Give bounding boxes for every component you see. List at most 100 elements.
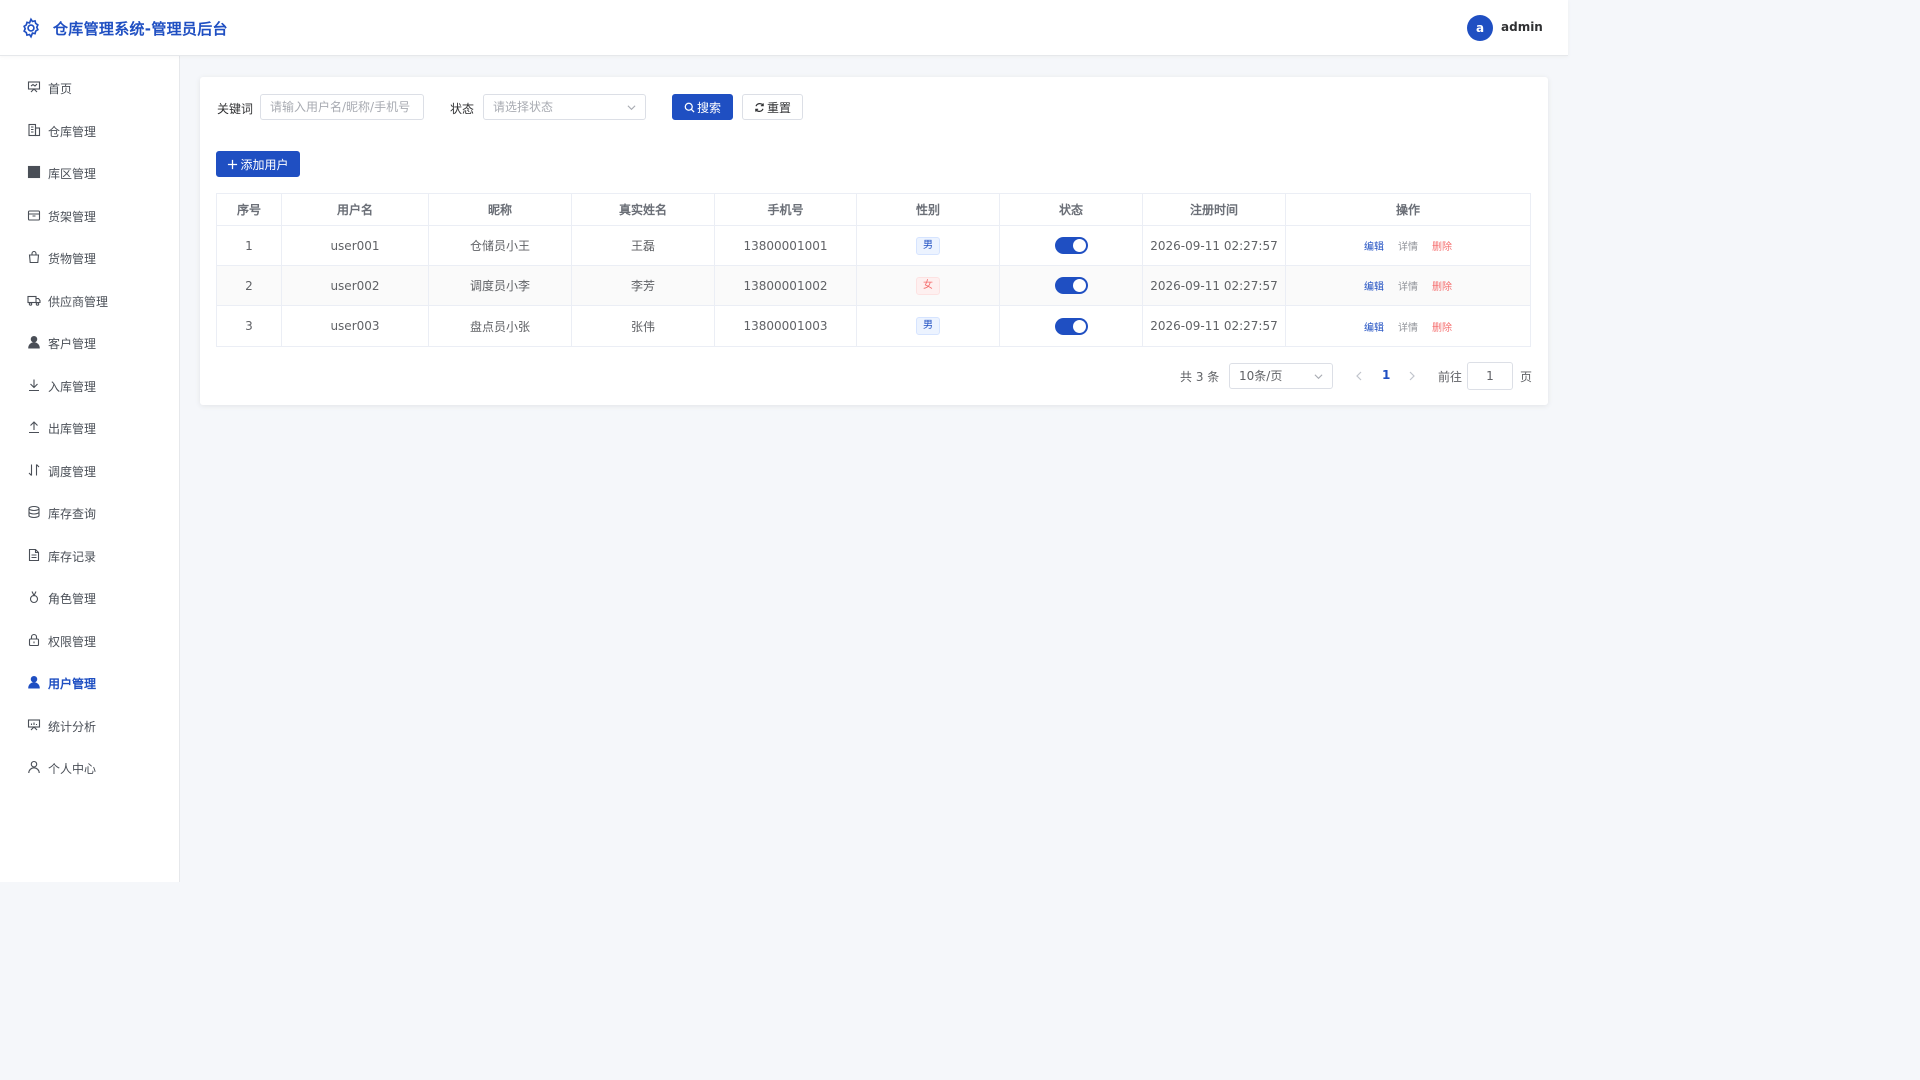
data-board-icon [27,718,41,732]
sidebar-item-permission[interactable]: 权限管理 [0,622,179,658]
upload-icon [27,420,41,434]
sidebar-item-statistics[interactable]: 统计分析 [0,707,179,743]
cell-status [1000,266,1143,305]
sidebar-item-shelf[interactable]: 货架管理 [0,197,179,233]
sidebar-item-profile[interactable]: 个人中心 [0,749,179,785]
sidebar-item-zone[interactable]: 库区管理 [0,154,179,190]
sidebar-item-label: 统计分析 [48,719,97,734]
top-header: 仓库管理系统-管理员后台 a admin [0,0,1568,56]
reset-button-label: 重置 [766,100,791,115]
column-header: 昵称 [429,194,572,225]
sidebar-item-warehouse[interactable]: 仓库管理 [0,112,179,148]
cell-username: user003 [282,306,429,346]
sidebar-item-user[interactable]: 用户管理 [0,664,179,700]
avatar[interactable]: a [1467,15,1493,41]
delete-link[interactable]: 删除 [1432,238,1452,253]
cell-phone: 13800001001 [715,226,857,265]
page-size-select[interactable]: 10条/页 [1229,363,1333,389]
presentation-board-icon [27,80,41,94]
sidebar: 首页仓库管理库区管理货架管理货物管理供应商管理客户管理入库管理出库管理调度管理库… [0,56,180,882]
gender-tag: 男 [916,236,940,255]
sidebar-item-goods[interactable]: 货物管理 [0,239,179,275]
table-row: 1 user001 仓储员小王 王磊 13800001001 男 2026-09-11 02… [217,226,1530,266]
edit-link[interactable]: 编辑 [1364,278,1384,293]
sidebar-item-label: 调度管理 [48,464,97,479]
shelf-box-icon [27,208,41,222]
cell-gender: 女 [857,266,1000,305]
add-user-button[interactable]: 添加用户 [216,151,300,177]
sidebar-item-stock-record[interactable]: 库存记录 [0,537,179,573]
sidebar-item-dispatch[interactable]: 调度管理 [0,452,179,488]
gender-tag: 男 [916,317,940,335]
column-header: 序号 [217,194,282,225]
column-header: 手机号 [715,194,857,225]
sidebar-item-label: 库区管理 [48,167,97,181]
search-icon [684,102,695,113]
cell-status [1000,226,1143,265]
column-header: 真实姓名 [572,194,715,225]
detail-link[interactable]: 详情 [1398,278,1418,293]
cell-username: user002 [282,266,429,305]
cell-nickname: 调度员小李 [429,266,572,305]
reset-button[interactable]: 重置 [742,94,803,120]
column-header: 状态 [1000,194,1143,225]
status-toggle[interactable] [1054,277,1088,294]
username[interactable]: admin [1501,20,1543,34]
sidebar-item-inbound[interactable]: 入库管理 [0,367,179,403]
sidebar-item-role[interactable]: 角色管理 [0,579,179,615]
cell-phone: 13800001003 [715,306,857,346]
detail-link[interactable]: 详情 [1398,238,1418,253]
add-user-button-label: 添加用户 [240,157,289,172]
table-row: 3 user003 盘点员小张 张伟 13800001003 男 2026-09-11 02… [217,306,1530,346]
cell-actions: 编辑 详情 删除 [1286,266,1530,305]
cell-nickname: 盘点员小张 [429,306,572,346]
sidebar-item-label: 首页 [48,82,73,96]
sidebar-item-customer[interactable]: 客户管理 [0,324,179,360]
search-button[interactable]: 搜索 [672,94,733,120]
cell-index: 1 [217,226,282,265]
sidebar-item-supplier[interactable]: 供应商管理 [0,282,179,318]
delete-link[interactable]: 删除 [1432,278,1452,293]
sidebar-item-label: 个人中心 [48,762,97,776]
refresh-icon [755,102,764,112]
sidebar-item-outbound[interactable]: 出库管理 [0,409,179,445]
status-toggle[interactable] [1054,317,1088,335]
keyword-input[interactable]: 请输入用户名/昵称/手机号 [260,94,424,120]
page-size-value: 10条/页 [1239,369,1283,383]
truck-icon [27,293,41,307]
sidebar-item-label: 角色管理 [48,592,97,606]
toggle-knob [1072,319,1086,333]
cell-gender: 男 [857,306,1000,346]
main-card: 关键词 请输入用户名/昵称/手机号 状态 请选择状态 搜索 重置 添加用户 序号… [200,77,1548,405]
goto-page-input[interactable]: 1 [1467,362,1513,390]
sidebar-item-label: 用户管理 [48,677,97,691]
sidebar-item-stock-query[interactable]: 库存查询 [0,494,179,530]
page-unit-label: 页 [1520,370,1533,384]
cell-registered: 2026-09-11 02:27:57 [1143,306,1286,346]
lock-icon [27,633,41,647]
edit-link[interactable]: 编辑 [1364,238,1384,253]
cell-real-name: 李芳 [572,266,715,305]
shopping-bag-icon [27,250,41,264]
delete-link[interactable]: 删除 [1432,319,1452,334]
edit-link[interactable]: 编辑 [1364,319,1384,334]
cell-phone: 13800001002 [715,266,857,305]
cell-index: 2 [217,266,282,305]
chevron-right-icon[interactable] [1407,370,1417,382]
pagination-total: 共 3 条 [1180,370,1220,384]
page-number[interactable]: 1 [1382,368,1390,382]
sidebar-item-home[interactable]: 首页 [0,69,179,105]
column-header: 操作 [1395,203,1420,217]
detail-link[interactable]: 详情 [1398,319,1418,334]
column-header: 用户名 [282,194,429,225]
status-toggle[interactable] [1054,237,1088,254]
keyword-label: 关键词 [217,102,254,116]
chevron-down-icon [1314,374,1323,380]
column-header: 性别 [857,194,1000,225]
app-title: 仓库管理系统-管理员后台 [53,20,228,38]
column-header: 注册时间 [1143,194,1286,225]
chevron-left-icon[interactable] [1354,370,1364,382]
status-select[interactable]: 请选择状态 [483,94,646,120]
gear-icon [23,17,39,39]
coins-icon [27,505,41,519]
